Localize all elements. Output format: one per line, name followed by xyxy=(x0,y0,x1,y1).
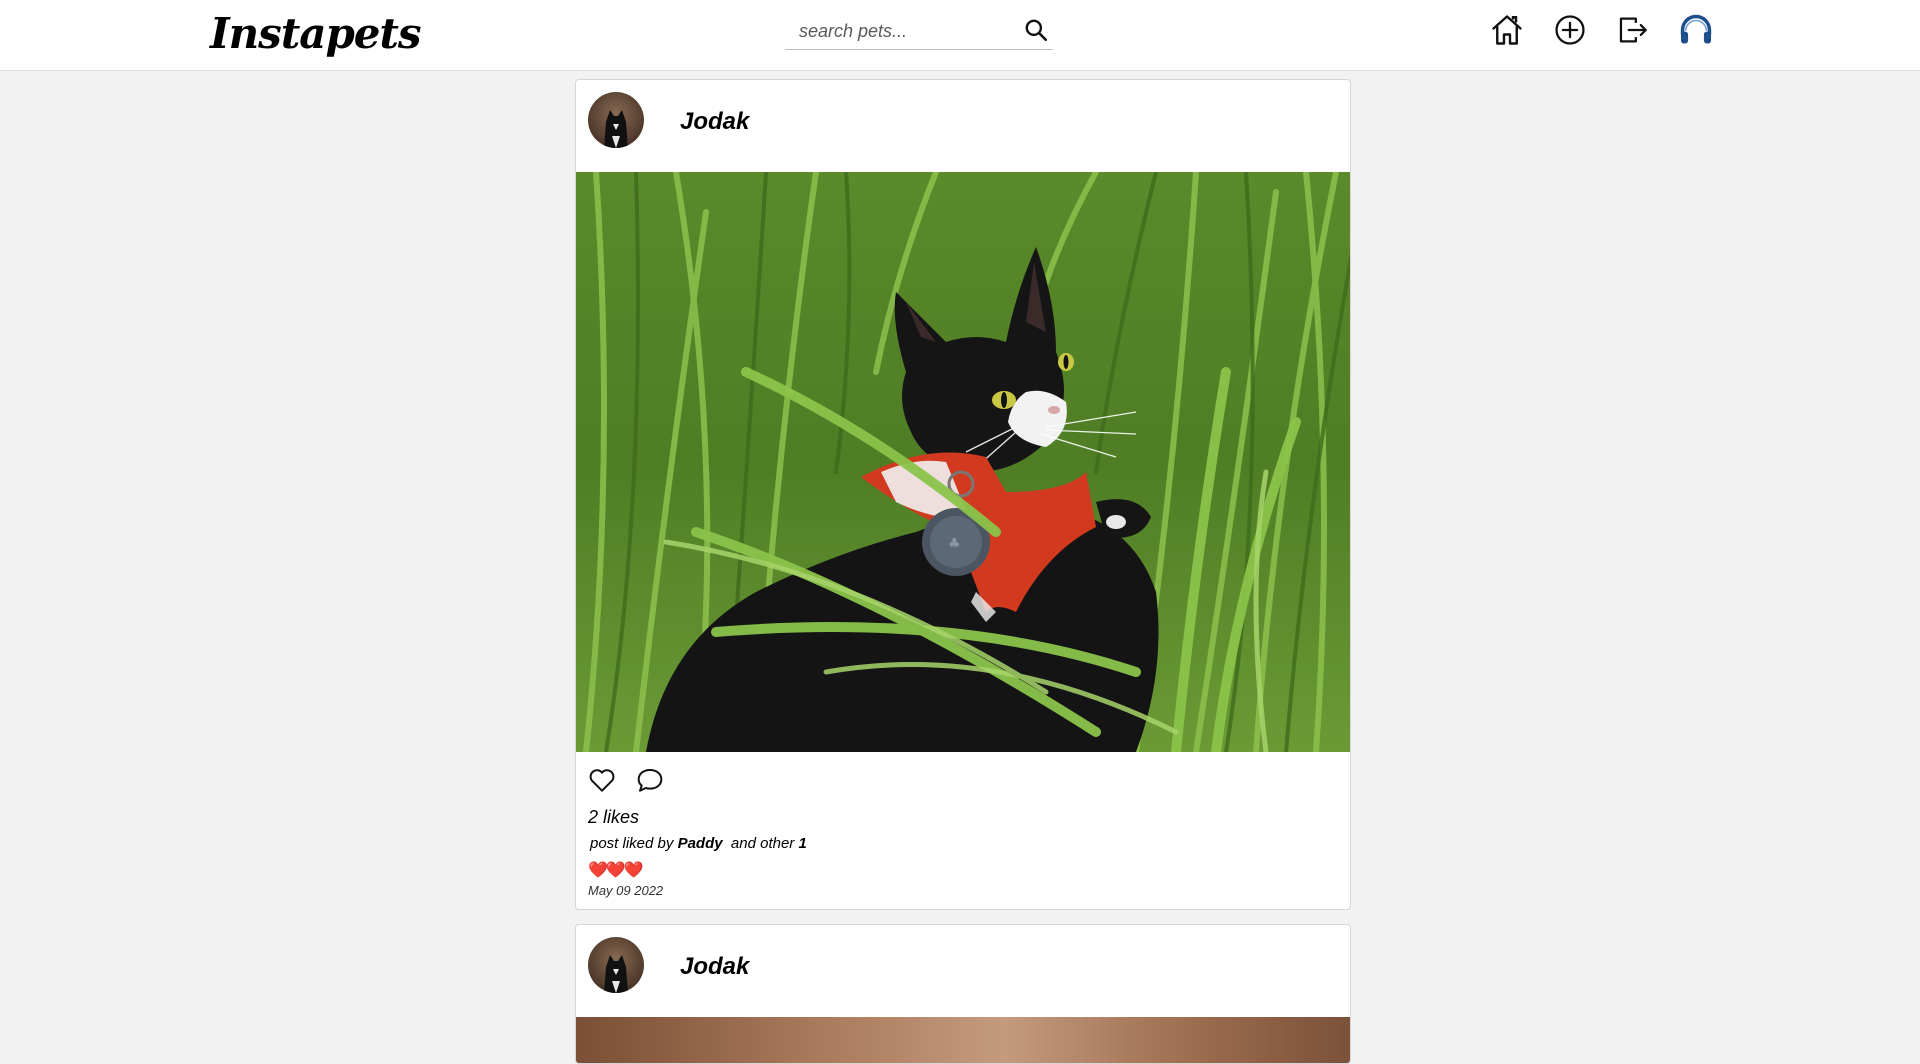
add-post-icon xyxy=(1555,15,1585,45)
liked-by-prefix: post liked by xyxy=(590,835,674,852)
cat-avatar-image xyxy=(588,92,644,148)
support-headset-icon xyxy=(1680,14,1712,44)
home-button[interactable] xyxy=(1487,10,1527,50)
cat-in-grass-photo: ♣ xyxy=(576,172,1350,752)
post-date: May 09 2022 xyxy=(588,883,664,898)
avatar[interactable] xyxy=(588,92,644,148)
new-post-button[interactable] xyxy=(1550,10,1590,50)
app-logo[interactable]: Instapets xyxy=(210,4,422,64)
search-bar xyxy=(785,12,1053,50)
post-image[interactable] xyxy=(576,1017,1350,1063)
search-icon[interactable] xyxy=(1023,17,1049,43)
post-header: Jodak xyxy=(576,925,1350,1017)
cat-avatar-image xyxy=(588,937,644,993)
post-header: Jodak xyxy=(576,80,1350,172)
comment-bubble-icon[interactable] xyxy=(634,764,666,796)
like-heart-icon[interactable] xyxy=(586,764,618,796)
top-navbar: Instapets xyxy=(0,0,1920,71)
post-caption: ❤️❤️❤️ xyxy=(588,862,644,879)
liked-by-middle: and other xyxy=(730,835,795,852)
post-card: Jodak xyxy=(575,79,1351,910)
svg-text:♣: ♣ xyxy=(948,536,961,552)
post-image[interactable]: ♣ xyxy=(576,172,1350,752)
likes-count[interactable]: 2 likes xyxy=(588,807,639,828)
logout-icon xyxy=(1619,17,1647,43)
avatar[interactable] xyxy=(588,937,644,993)
liked-by-count: 1 xyxy=(798,835,807,852)
logout-button[interactable] xyxy=(1613,10,1653,50)
liked-by-user[interactable]: Paddy xyxy=(678,835,723,852)
support-button[interactable] xyxy=(1676,10,1716,50)
post-username[interactable]: Jodak xyxy=(680,953,749,981)
post-username[interactable]: Jodak xyxy=(680,108,749,136)
home-icon xyxy=(1492,15,1522,45)
search-input[interactable] xyxy=(797,16,1017,46)
liked-by-text: post liked by Paddy and other 1 xyxy=(590,835,807,852)
post-card: Jodak xyxy=(575,924,1351,1064)
